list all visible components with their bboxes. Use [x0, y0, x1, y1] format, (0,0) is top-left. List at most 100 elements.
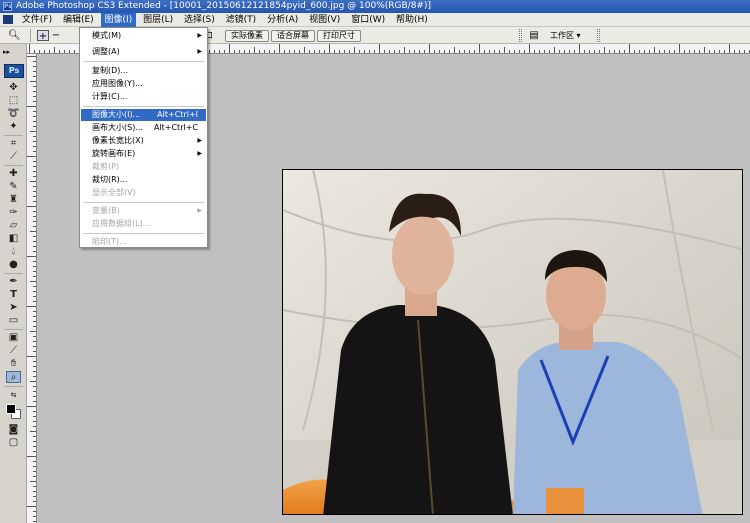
document-icon[interactable] — [3, 15, 13, 24]
ps-logo[interactable]: Ps — [4, 64, 24, 78]
menu-item-label: 复制(D)... — [92, 66, 129, 75]
workspace-button[interactable]: 工作区 ▾ — [546, 30, 585, 42]
ruler-tick — [239, 50, 240, 53]
eraser-tool-icon[interactable]: ▱ — [6, 220, 21, 232]
menu-filter[interactable]: 滤镜(T) — [222, 13, 261, 27]
zoom-tool-icon[interactable]: ⌕ — [6, 371, 21, 383]
face-left — [392, 215, 454, 295]
ruler-tick — [549, 50, 550, 53]
dodge-tool-icon[interactable]: ● — [6, 259, 21, 271]
menu-item-apply-image[interactable]: 应用图像(Y)... — [81, 78, 206, 90]
shape-tool-icon[interactable]: ▭ — [6, 315, 21, 327]
menu-item-crop[interactable]: 裁剪(P) — [81, 161, 206, 173]
ruler-tick — [33, 366, 36, 367]
ruler-tick — [33, 86, 36, 87]
print-size-button[interactable]: 打印尺寸 — [317, 30, 361, 42]
ruler-tick — [474, 50, 475, 53]
ruler-tick — [33, 346, 36, 347]
menu-item-trim[interactable]: 裁切(R)... — [81, 174, 206, 186]
menu-item-image-size[interactable]: 图像大小(I)... Alt+Ctrl+I — [81, 109, 206, 121]
menu-edit[interactable]: 编辑(E) — [59, 13, 98, 27]
clone-stamp-tool-icon[interactable]: ♜ — [6, 194, 21, 206]
magic-wand-tool-icon[interactable]: ✦ — [6, 121, 21, 133]
ruler-tick — [33, 516, 36, 517]
menu-layer[interactable]: 图层(L) — [139, 13, 177, 27]
ruler-tick — [539, 50, 540, 53]
marquee-tool-icon[interactable]: ⬚ — [6, 95, 21, 107]
zoom-tool-icon[interactable]: 🔍︎ — [8, 30, 21, 41]
ruler-tick — [394, 50, 395, 53]
ruler-tick — [33, 261, 36, 262]
menu-item-variables[interactable]: 变量(B) ▶ — [81, 205, 206, 217]
ruler-tick — [329, 44, 330, 53]
history-brush-tool-icon[interactable]: ✑ — [6, 207, 21, 219]
toolbox-collapse-icon[interactable]: ▸▸ — [3, 48, 10, 56]
healing-brush-tool-icon[interactable]: ✚ — [6, 168, 21, 180]
screen-mode-icon[interactable]: ▢ — [6, 437, 21, 449]
type-tool-icon[interactable]: T — [6, 289, 21, 301]
menu-item-pixel-aspect-ratio[interactable]: 像素长宽比(X) ▶ — [81, 135, 206, 147]
pen-tool-icon[interactable]: ✒ — [6, 276, 21, 288]
path-selection-tool-icon[interactable]: ➤ — [6, 302, 21, 314]
zoom-out-icon[interactable]: − — [50, 30, 62, 41]
crop-tool-icon[interactable]: ⌗ — [6, 138, 21, 150]
options-grip[interactable] — [519, 29, 522, 42]
ruler-tick — [514, 50, 515, 53]
foreground-color-swatch[interactable] — [6, 404, 16, 414]
menu-select[interactable]: 选择(S) — [180, 13, 219, 27]
menu-analysis[interactable]: 分析(A) — [263, 13, 302, 27]
ruler-tick — [33, 476, 36, 477]
ruler-tick — [659, 50, 660, 53]
ruler-tick — [33, 376, 36, 377]
menu-help[interactable]: 帮助(H) — [392, 13, 432, 27]
menu-item-mode[interactable]: 模式(M) ▶ — [81, 30, 206, 42]
menu-item-apply-data-set[interactable]: 应用数据组(L)... — [81, 218, 206, 230]
move-tool-icon[interactable]: ✥ — [6, 82, 21, 94]
vertical-ruler[interactable] — [27, 54, 37, 523]
canvas-image[interactable] — [282, 169, 743, 515]
ruler-tick — [69, 50, 70, 53]
menu-item-adjustments[interactable]: 调整(A) ▶ — [81, 46, 206, 58]
black-jacket — [323, 305, 513, 514]
quick-mask-icon[interactable]: ◙ — [6, 424, 21, 436]
blur-tool-icon[interactable]: 💧︎ — [6, 246, 21, 258]
slice-tool-icon[interactable]: ⟋ — [6, 151, 21, 163]
menu-item-trap[interactable]: 陷印(T)... — [81, 236, 206, 248]
menu-item-duplicate[interactable]: 复制(D)... — [81, 65, 206, 77]
ruler-tick — [59, 50, 60, 53]
ruler-tick — [33, 236, 36, 237]
menu-image[interactable]: 图像(I) — [100, 13, 137, 27]
menu-file[interactable]: 文件(F) — [18, 13, 56, 27]
menu-view[interactable]: 视图(V) — [305, 13, 344, 27]
swap-colors-icon[interactable]: ⇆ — [6, 389, 21, 401]
ruler-tick — [33, 176, 36, 177]
actual-pixels-button[interactable]: 实际像素 — [225, 30, 269, 42]
menu-item-reveal-all[interactable]: 显示全部(V) — [81, 187, 206, 199]
hand-tool-icon[interactable]: ✋︎ — [6, 358, 21, 370]
ruler-tick — [679, 44, 680, 53]
menu-window[interactable]: 窗口(W) — [347, 13, 389, 27]
gradient-tool-icon[interactable]: ◧ — [6, 233, 21, 245]
brush-tool-icon[interactable]: ✎ — [6, 181, 21, 193]
menu-item-label: 画布大小(S)... — [92, 123, 143, 132]
menu-item-shortcut: Alt+Ctrl+C — [153, 123, 198, 132]
menu-item-calculations[interactable]: 计算(C)... — [81, 91, 206, 103]
ruler-tick — [33, 311, 36, 312]
notes-tool-icon[interactable]: ▣ — [6, 332, 21, 344]
menu-item-label: 模式(M) — [92, 31, 122, 40]
ruler-tick — [579, 44, 580, 53]
menu-item-label: 陷印(T)... — [92, 237, 127, 246]
menu-item-canvas-size[interactable]: 画布大小(S)... Alt+Ctrl+C — [81, 122, 206, 134]
workspace-icon[interactable]: ▤ — [528, 30, 540, 41]
id-badge — [546, 488, 584, 514]
lasso-tool-icon[interactable]: ➰ — [6, 108, 21, 120]
ruler-tick — [264, 50, 265, 53]
options-grip-right[interactable] — [597, 29, 600, 42]
ruler-tick — [33, 211, 36, 212]
ruler-tick — [33, 171, 36, 172]
eyedropper-tool-icon[interactable]: ⟋ — [6, 345, 21, 357]
fit-screen-button[interactable]: 适合屏幕 — [271, 30, 315, 42]
menu-item-rotate-canvas[interactable]: 旋转画布(E) ▶ — [81, 148, 206, 160]
ruler-tick — [744, 50, 745, 53]
zoom-in-icon[interactable]: + — [37, 30, 49, 42]
